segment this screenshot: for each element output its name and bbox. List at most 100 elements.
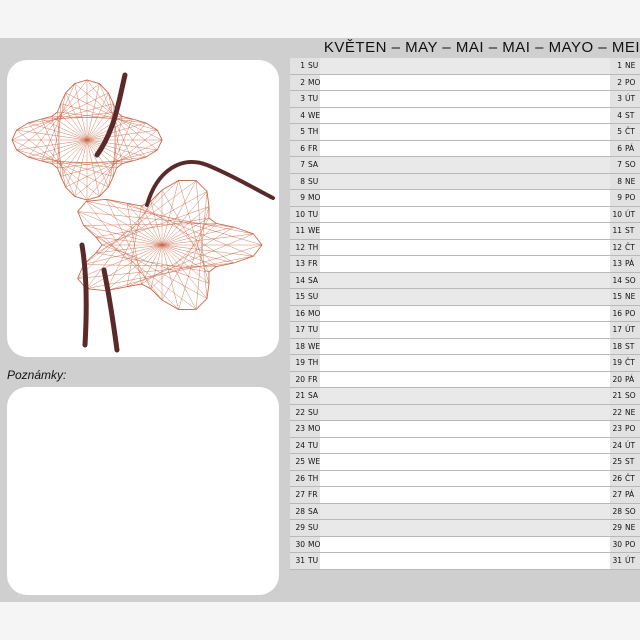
- day-row[interactable]: 23 MO 23 PO: [290, 421, 640, 438]
- day-entry-space[interactable]: [320, 471, 610, 487]
- day-number: 17: [295, 325, 305, 334]
- day-number: 8: [300, 176, 305, 186]
- day-row[interactable]: 26 TH 26 ČT: [290, 470, 640, 487]
- day-row[interactable]: 18 WE 18 ST: [290, 338, 640, 355]
- weekday-cz: PO: [625, 77, 636, 87]
- day-entry-space[interactable]: [320, 372, 610, 388]
- day-number-right: 28: [612, 506, 622, 516]
- day-entry-space[interactable]: [320, 174, 610, 190]
- day-left-label: 18 WE: [290, 338, 320, 354]
- day-row[interactable]: 20 FR 20 PÁ: [290, 371, 640, 388]
- day-entry-space[interactable]: [320, 454, 610, 470]
- day-entry-space[interactable]: [320, 157, 610, 173]
- weekday-en: TU: [308, 440, 319, 450]
- day-entry-space[interactable]: [320, 124, 610, 140]
- day-entry-space[interactable]: [320, 91, 610, 107]
- day-entry-space[interactable]: [320, 306, 610, 322]
- day-number: 26: [295, 473, 305, 483]
- day-row[interactable]: 13 FR 13 PÁ: [290, 256, 640, 273]
- day-entry-space[interactable]: [320, 141, 610, 157]
- day-number: 10: [295, 209, 305, 219]
- day-row[interactable]: 9 MO 9 PO: [290, 190, 640, 207]
- day-row[interactable]: 2 MO 2 PO: [290, 74, 640, 91]
- day-right-label: 23 PO: [610, 421, 640, 437]
- day-number: 9: [300, 193, 305, 202]
- day-left-label: 31 TU: [290, 553, 320, 569]
- day-row[interactable]: 5 TH 5 ČT: [290, 124, 640, 141]
- weekday-en: TU: [308, 325, 319, 334]
- weekday-en: SU: [308, 61, 319, 70]
- weekday-en: TU: [308, 556, 319, 565]
- weekday-en: MO: [308, 424, 321, 433]
- day-entry-space[interactable]: [320, 504, 610, 520]
- day-row[interactable]: 14 SA 14 SO: [290, 272, 640, 289]
- day-entry-space[interactable]: [320, 339, 610, 355]
- day-entry-space[interactable]: [320, 520, 610, 536]
- day-number: 2: [300, 77, 305, 87]
- day-right-label: 10 ÚT: [610, 206, 640, 222]
- day-entry-space[interactable]: [320, 553, 610, 569]
- day-row[interactable]: 21 SA 21 SO: [290, 388, 640, 405]
- day-number-right: 14: [612, 275, 622, 285]
- day-row[interactable]: 11 WE 11 ST: [290, 223, 640, 240]
- day-row[interactable]: 10 TU 10 ÚT: [290, 206, 640, 223]
- day-entry-space[interactable]: [320, 405, 610, 421]
- day-entry-space[interactable]: [320, 190, 610, 206]
- day-entry-space[interactable]: [320, 537, 610, 553]
- day-row[interactable]: 27 FR 27 PÁ: [290, 487, 640, 504]
- weekday-cz: ÚT: [625, 440, 636, 450]
- day-left-label: 13 FR: [290, 256, 320, 272]
- day-entry-space[interactable]: [320, 75, 610, 91]
- day-entry-space[interactable]: [320, 322, 610, 338]
- day-number-right: 1: [617, 61, 622, 70]
- day-entry-space[interactable]: [320, 421, 610, 437]
- day-row[interactable]: 16 MO 16 PO: [290, 305, 640, 322]
- day-left-label: 17 TU: [290, 322, 320, 338]
- weekday-cz: NE: [625, 176, 636, 186]
- day-right-label: 14 SO: [610, 272, 640, 288]
- day-entry-space[interactable]: [320, 487, 610, 503]
- day-row[interactable]: 12 TH 12 ČT: [290, 239, 640, 256]
- day-entry-space[interactable]: [320, 273, 610, 289]
- day-right-label: 28 SO: [610, 503, 640, 519]
- day-entry-space[interactable]: [320, 240, 610, 256]
- day-entry-space[interactable]: [320, 223, 610, 239]
- weekday-cz: ÚT: [625, 325, 636, 334]
- day-row[interactable]: 24 TU 24 ÚT: [290, 437, 640, 454]
- notes-label: Poznámky:: [7, 368, 67, 382]
- notes-area[interactable]: [7, 387, 279, 595]
- day-row[interactable]: 8 SU 8 NE: [290, 173, 640, 190]
- day-row[interactable]: 31 TU 31 ÚT: [290, 553, 640, 570]
- day-row[interactable]: 17 TU 17 ÚT: [290, 322, 640, 339]
- day-entry-space[interactable]: [320, 438, 610, 454]
- day-right-label: 20 PÁ: [610, 371, 640, 387]
- day-entry-space[interactable]: [320, 58, 610, 74]
- day-entry-space[interactable]: [320, 256, 610, 272]
- day-row[interactable]: 1 SU 1 NE: [290, 58, 640, 75]
- day-right-label: 15 NE: [610, 289, 640, 305]
- day-number-right: 3: [617, 94, 622, 103]
- day-entry-space[interactable]: [320, 289, 610, 305]
- day-left-label: 29 SU: [290, 520, 320, 536]
- day-row[interactable]: 15 SU 15 NE: [290, 289, 640, 306]
- day-row[interactable]: 19 TH 19 ČT: [290, 355, 640, 372]
- day-row[interactable]: 3 TU 3 ÚT: [290, 91, 640, 108]
- day-number-right: 26: [612, 473, 622, 483]
- day-row[interactable]: 25 WE 25 ST: [290, 454, 640, 471]
- day-row[interactable]: 6 FR 6 PÁ: [290, 140, 640, 157]
- day-row[interactable]: 7 SA 7 SO: [290, 157, 640, 174]
- day-row[interactable]: 29 SU 29 NE: [290, 520, 640, 537]
- day-number-right: 10: [612, 209, 622, 219]
- day-row[interactable]: 22 SU 22 NE: [290, 404, 640, 421]
- day-entry-space[interactable]: [320, 207, 610, 223]
- weekday-cz: SO: [625, 160, 636, 169]
- day-row[interactable]: 4 WE 4 ST: [290, 107, 640, 124]
- day-row[interactable]: 30 MO 30 PO: [290, 536, 640, 553]
- day-entry-space[interactable]: [320, 355, 610, 371]
- weekday-en: TH: [308, 473, 319, 483]
- day-entry-space[interactable]: [320, 108, 610, 124]
- day-right-label: 5 ČT: [610, 124, 640, 140]
- day-row[interactable]: 28 SA 28 SO: [290, 503, 640, 520]
- day-entry-space[interactable]: [320, 388, 610, 404]
- weekday-cz: PO: [625, 308, 636, 318]
